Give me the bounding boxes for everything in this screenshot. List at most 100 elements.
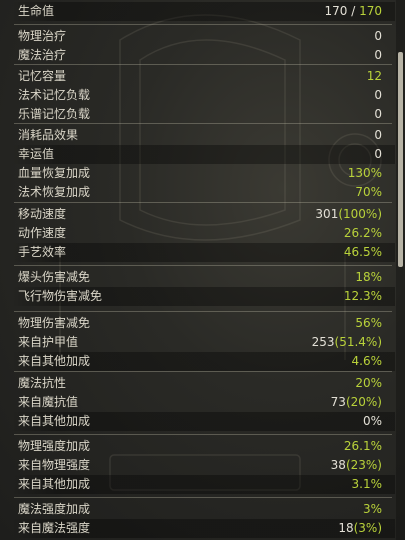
group-divider xyxy=(14,434,392,435)
stat-group: 物理治疗 0 魔法治疗 0 xyxy=(0,27,395,65)
stat-value: 0 xyxy=(374,29,382,43)
stat-value: 70% xyxy=(355,185,382,199)
stat-group: 魔法抗性 20% 来自魔抗值 73(20%) 来自其他加成 0% xyxy=(0,374,395,431)
stat-row[interactable]: 来自其他加成 0% xyxy=(0,412,395,431)
stat-value: 73(20%) xyxy=(331,394,382,410)
stat-value: 0% xyxy=(362,414,382,428)
stat-value: 18% xyxy=(355,270,382,284)
stat-row[interactable]: 爆头伤害减免 18% xyxy=(0,268,395,287)
scrollbar[interactable] xyxy=(396,0,405,540)
stat-label: 来自魔法强度 xyxy=(18,521,91,535)
stat-label: 魔法治疗 xyxy=(18,48,67,62)
stat-row[interactable]: 动作速度 26.2% xyxy=(0,224,395,243)
stat-value: 0 xyxy=(374,48,382,62)
stat-row[interactable]: 来自魔抗值 73(20%) xyxy=(0,393,395,412)
stat-value-primary: 301 xyxy=(315,207,339,221)
group-divider xyxy=(14,24,392,25)
stat-label: 乐谱记忆负载 xyxy=(18,107,91,121)
stat-value-primary: 38 xyxy=(330,458,346,472)
stat-row[interactable]: 物理伤害减免 56% xyxy=(0,314,395,333)
scrollbar-thumb[interactable] xyxy=(398,52,403,267)
stat-label: 血量恢复加成 xyxy=(18,166,91,180)
stat-value: 12.3% xyxy=(343,289,382,303)
stat-row[interactable]: 来自其他加成 4.6% xyxy=(0,352,395,371)
stat-value: 253(51.4%) xyxy=(312,334,382,350)
stat-value: 38(23%) xyxy=(331,457,382,473)
group-divider xyxy=(14,497,392,498)
stat-row[interactable]: 物理强度加成 26.1% xyxy=(0,437,395,456)
stat-group: 物理强度加成 26.1% 来自物理强度 38(23%) 来自其他加成 3.1% xyxy=(0,437,395,494)
group-divider xyxy=(14,311,392,312)
stat-label: 物理治疗 xyxy=(18,29,67,43)
stat-label: 来自护甲值 xyxy=(18,335,79,349)
stats-panel[interactable]: 生命值 170 / 170 物理治疗 0 魔法治疗 0 记忆容量 12 法术记忆负载 0 乐谱记忆负… xyxy=(0,0,395,540)
stat-value: 4.6% xyxy=(351,354,383,368)
stat-row[interactable]: 血量恢复加成 130% xyxy=(0,164,395,183)
stat-row[interactable]: 魔法抗性 20% xyxy=(0,374,395,393)
stat-label: 魔法强度加成 xyxy=(18,502,91,516)
group-divider xyxy=(14,371,392,372)
stat-value: 0 xyxy=(374,147,382,161)
stat-label: 魔法抗性 xyxy=(18,376,67,390)
stat-group: 爆头伤害减免 18% 飞行物伤害减免 12.3% xyxy=(0,268,395,306)
stat-label: 记忆容量 xyxy=(18,69,67,83)
stat-value: 26.2% xyxy=(343,226,382,240)
stat-row[interactable]: 来自魔法强度 18(3%) xyxy=(0,519,395,538)
stat-label: 来自其他加成 xyxy=(18,414,91,428)
stat-label: 来自物理强度 xyxy=(18,458,91,472)
stat-value: 20% xyxy=(355,376,382,390)
row-highlight xyxy=(12,243,395,262)
stat-value: 0 xyxy=(374,88,382,102)
stat-label: 法术恢复加成 xyxy=(18,185,91,199)
stat-value: 3.1% xyxy=(351,477,383,491)
stat-value: 0 xyxy=(374,107,382,121)
stat-value: 130% xyxy=(347,166,382,180)
stat-row[interactable]: 物理治疗 0 xyxy=(0,27,395,46)
stat-row[interactable]: 来自护甲值 253(51.4%) xyxy=(0,333,395,352)
stat-value-primary: 18 xyxy=(338,521,354,535)
stat-label: 生命值 xyxy=(18,4,55,18)
stat-value: 170 / 170 xyxy=(325,3,382,19)
stat-label: 物理强度加成 xyxy=(18,439,91,453)
stat-value: 301(100%) xyxy=(315,206,382,222)
stat-row[interactable]: 消耗品效果 0 xyxy=(0,126,395,145)
stat-row[interactable]: 记忆容量 12 xyxy=(0,67,395,86)
stat-label: 移动速度 xyxy=(18,207,67,221)
stat-value-secondary: (23%) xyxy=(345,458,382,472)
stat-row[interactable]: 飞行物伤害减免 12.3% xyxy=(0,287,395,306)
stat-value-secondary: (51.4%) xyxy=(334,335,382,349)
stat-label: 幸运值 xyxy=(18,147,55,161)
stat-group: 魔法强度加成 3% 来自魔法强度 18(3%) xyxy=(0,500,395,538)
stat-value: 12 xyxy=(366,69,382,83)
group-divider xyxy=(14,265,392,266)
stat-row[interactable]: 来自物理强度 38(23%) xyxy=(0,456,395,475)
stat-group: 移动速度 301(100%) 动作速度 26.2% 手艺效率 46.5% xyxy=(0,205,395,262)
row-highlight xyxy=(12,145,395,164)
stat-row[interactable]: 法术记忆负载 0 xyxy=(0,86,395,105)
stat-value-primary: 73 xyxy=(330,395,346,409)
stat-row[interactable]: 魔法强度加成 3% xyxy=(0,500,395,519)
stat-row[interactable]: 幸运值 0 xyxy=(0,145,395,164)
stat-row[interactable]: 来自其他加成 3.1% xyxy=(0,475,395,494)
stat-value: 0 xyxy=(374,128,382,142)
stat-label: 消耗品效果 xyxy=(18,128,79,142)
stat-row[interactable]: 魔法治疗 0 xyxy=(0,46,395,65)
stat-value-secondary: (3%) xyxy=(353,521,382,535)
stat-value: 26.1% xyxy=(343,439,382,453)
stat-label: 物理伤害减免 xyxy=(18,316,91,330)
group-divider xyxy=(14,123,392,124)
stat-group: 物理伤害减免 56% 来自护甲值 253(51.4%) 来自其他加成 4.6% xyxy=(0,314,395,371)
stat-group: 消耗品效果 0 幸运值 0 血量恢复加成 130% 法术恢复加成 70% xyxy=(0,126,395,202)
stat-value: 56% xyxy=(355,316,382,330)
stat-label: 飞行物伤害减免 xyxy=(18,289,103,303)
stat-row[interactable]: 生命值 170 / 170 xyxy=(0,2,395,21)
stat-value: 3% xyxy=(362,502,382,516)
stat-row[interactable]: 移动速度 301(100%) xyxy=(0,205,395,224)
stat-label: 爆头伤害减免 xyxy=(18,270,91,284)
stat-group: 生命值 170 / 170 xyxy=(0,2,395,21)
stat-row[interactable]: 乐谱记忆负载 0 xyxy=(0,105,395,124)
stat-label: 来自魔抗值 xyxy=(18,395,79,409)
stat-group: 记忆容量 12 法术记忆负载 0 乐谱记忆负载 0 xyxy=(0,67,395,124)
stat-row[interactable]: 法术恢复加成 70% xyxy=(0,183,395,202)
stat-row[interactable]: 手艺效率 46.5% xyxy=(0,243,395,262)
